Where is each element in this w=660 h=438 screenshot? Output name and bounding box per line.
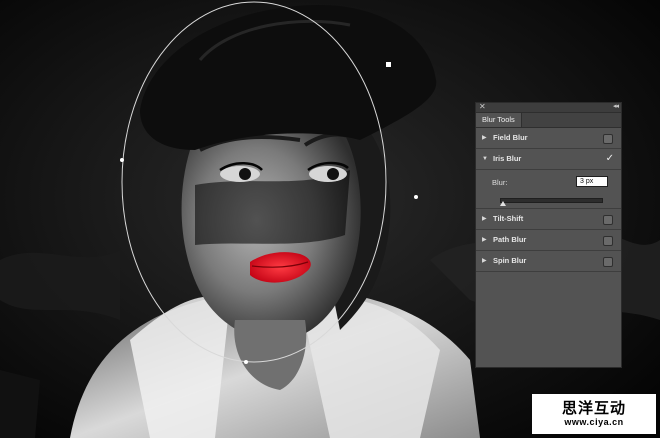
panel-tab-bar: Blur Tools <box>476 113 621 128</box>
panel-chrome: ✕ ◂◂ <box>476 101 621 113</box>
field-blur-checkbox[interactable] <box>603 134 613 144</box>
blur-amount-label: Blur: <box>492 178 508 187</box>
iris-blur-settings: Blur: 3 px <box>476 170 621 209</box>
triangle-right-icon[interactable]: ▶ <box>482 209 487 229</box>
blur-slider-thumb[interactable] <box>500 201 507 206</box>
triangle-right-icon[interactable]: ▶ <box>482 251 487 271</box>
collapse-icon[interactable]: ◂◂ <box>613 101 619 113</box>
watermark: 思洋互动 www.ciya.cn <box>532 394 656 434</box>
tilt-shift-row[interactable]: ▶ Tilt-Shift <box>476 209 621 230</box>
watermark-url: www.ciya.cn <box>564 417 624 427</box>
triangle-right-icon[interactable]: ▶ <box>482 230 487 250</box>
spin-blur-row[interactable]: ▶ Spin Blur <box>476 251 621 272</box>
canvas[interactable]: ✕ ◂◂ Blur Tools ▶ Field Blur ▼ Iris Blur… <box>0 0 660 438</box>
path-blur-label: Path Blur <box>493 235 527 244</box>
pupil-right <box>327 168 339 180</box>
spin-blur-label: Spin Blur <box>493 256 527 265</box>
triangle-down-icon[interactable]: ▼ <box>482 149 488 169</box>
ellipse-handle[interactable] <box>244 360 248 364</box>
blur-slider-track[interactable] <box>500 198 603 203</box>
triangle-right-icon[interactable]: ▶ <box>482 128 487 148</box>
checkmark-icon[interactable]: ✓ <box>606 149 614 169</box>
ellipse-handle[interactable] <box>414 195 418 199</box>
ellipse-handle[interactable] <box>120 158 124 162</box>
watermark-title: 思洋互动 <box>561 400 626 417</box>
iris-blur-row[interactable]: ▼ Iris Blur ✓ <box>476 149 621 170</box>
blur-amount-input[interactable]: 3 px <box>576 176 608 187</box>
iris-blur-label: Iris Blur <box>493 154 522 163</box>
field-blur-row[interactable]: ▶ Field Blur <box>476 128 621 149</box>
close-icon[interactable]: ✕ <box>479 101 486 113</box>
pupil-left <box>239 168 251 180</box>
path-blur-checkbox[interactable] <box>603 236 613 246</box>
spin-blur-checkbox[interactable] <box>603 257 613 267</box>
ellipse-rotate-handle[interactable] <box>386 62 391 67</box>
tilt-shift-label: Tilt-Shift <box>493 214 524 223</box>
suspender <box>0 370 40 438</box>
path-blur-row[interactable]: ▶ Path Blur <box>476 230 621 251</box>
blur-tools-panel: ✕ ◂◂ Blur Tools ▶ Field Blur ▼ Iris Blur… <box>475 102 622 368</box>
field-blur-label: Field Blur <box>493 133 528 142</box>
tilt-shift-checkbox[interactable] <box>603 215 613 225</box>
tab-blur-tools[interactable]: Blur Tools <box>476 113 522 127</box>
